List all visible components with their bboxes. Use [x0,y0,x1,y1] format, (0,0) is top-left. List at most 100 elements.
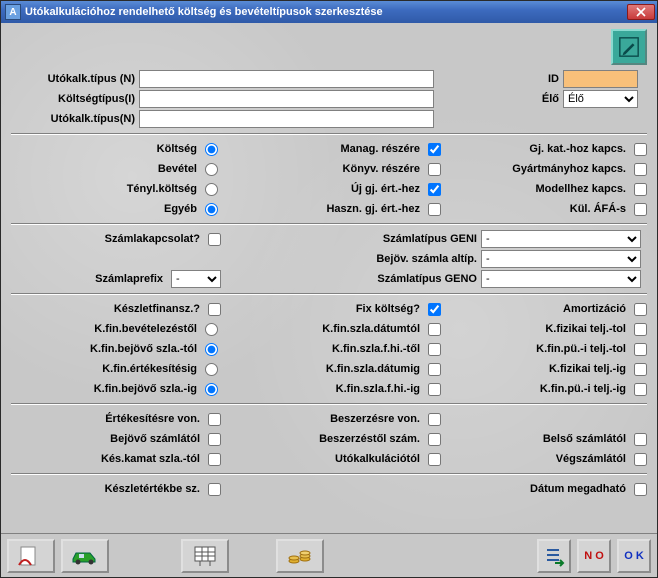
egyeb-radio[interactable] [205,203,218,216]
toolbar-btn-2[interactable] [61,539,109,573]
gjkat-checkbox[interactable] [634,143,647,156]
haszn-checkbox[interactable] [428,203,441,216]
gyart-checkbox[interactable] [634,163,647,176]
belso-szamlatol-checkbox[interactable] [634,433,647,446]
keszletertekbe-checkbox[interactable] [208,483,221,496]
utokalk-tol-checkbox[interactable] [428,453,441,466]
utokalk-tipus-n2-label: Utókalk.típus(N) [11,113,139,125]
bevetel-label: Bevétel [158,163,201,175]
elo-label: Élő [434,93,563,105]
konyv-checkbox[interactable] [428,163,441,176]
tenyl-radio[interactable] [205,183,218,196]
dialog-window: A Utókalkulációhoz rendelhető költség és… [0,0,658,578]
gjkat-label: Gj. kat.-hoz kapcs. [529,143,630,155]
close-button[interactable] [627,4,655,20]
keskamat-checkbox[interactable] [208,453,221,466]
kulafa-label: Kül. ÁFÁ-s [570,203,630,215]
kulafa-checkbox[interactable] [634,203,647,216]
fixkoltseg-checkbox[interactable] [428,303,441,316]
id-label: ID [434,73,563,85]
toolbar-btn-3[interactable] [181,539,229,573]
kfin-pu-ig-checkbox[interactable] [634,383,647,396]
divider [11,223,647,225]
kfin-bejovo-ig-radio[interactable] [205,383,218,396]
koltsegtipus-input[interactable] [139,90,434,108]
kfin-ert-ig-label: K.fin.értékesítésig [102,363,201,375]
szamlaprefix-label: Számlaprefix [95,273,167,285]
bejovo-szamlatol-label: Bejövő számlától [110,433,204,445]
beszerzestol-checkbox[interactable] [428,433,441,446]
kfiz-telj-ig-checkbox[interactable] [634,363,647,376]
ok-button[interactable]: O K [617,539,651,573]
datum-megadhato-checkbox[interactable] [634,483,647,496]
koltsegtipus-label: Költségtípus(I) [11,93,139,105]
tenyl-label: Tényl.költség [127,183,201,195]
datum-megadhato-label: Dátum megadható [530,483,630,495]
no-button[interactable]: N O [577,539,611,573]
list-arrow-icon [543,545,565,567]
table-icon [192,544,218,568]
keszletfin-label: Készletfinansz.? [114,303,204,315]
beszerzesre-checkbox[interactable] [428,413,441,426]
altip-label: Bejöv. számla altíp. [376,253,481,265]
toolbar-btn-1[interactable] [7,539,55,573]
kfin-szla-dat-tol-checkbox[interactable] [428,323,441,336]
divider [11,473,647,475]
kfin-bejovo-tol-radio[interactable] [205,343,218,356]
beszerzestol-label: Beszerzéstől szám. [319,433,424,445]
geno-select[interactable]: - [481,270,641,288]
ok-button-label: O K [624,550,644,562]
kfin-bev-radio[interactable] [205,323,218,336]
pencil-icon [618,36,640,58]
keszletertekbe-label: Készletértékbe sz. [105,483,204,495]
ertekesitesre-label: Értékesítésre von. [105,413,204,425]
edit-button[interactable] [611,29,647,65]
utokalk-tipus-n2-input[interactable] [139,110,434,128]
page-icon [17,545,45,567]
koltseg-label: Költség [157,143,201,155]
belso-szamlatol-label: Belső számlától [543,433,630,445]
ujgj-checkbox[interactable] [428,183,441,196]
kfin-szla-dat-tol-label: K.fin.szla.dátumtól [322,323,424,335]
kfin-szla-dat-ig-checkbox[interactable] [428,363,441,376]
altip-select[interactable]: - [481,250,641,268]
beszerzesre-label: Beszerzésre von. [330,413,424,425]
koltseg-radio[interactable] [205,143,218,156]
kfiz-telj-ig-label: K.fizikai telj.-ig [549,363,630,375]
kfin-pu-tol-checkbox[interactable] [634,343,647,356]
geni-label: Számlatípus GENI [383,233,481,245]
kfiz-telj-tol-label: K.fizikai telj.-tol [545,323,630,335]
geni-select[interactable]: - [481,230,641,248]
ertekesitesre-checkbox[interactable] [208,413,221,426]
kfin-szla-fhi-ig-checkbox[interactable] [428,383,441,396]
amort-checkbox[interactable] [634,303,647,316]
elo-select[interactable]: Élő [563,90,638,108]
geno-label: Számlatípus GENO [377,273,481,285]
szamlakapcs-label: Számlakapcsolat? [105,233,204,245]
kfin-pu-tol-label: K.fin.pü.-i telj.-tol [536,343,630,355]
vegszamlatol-checkbox[interactable] [634,453,647,466]
bevetel-radio[interactable] [205,163,218,176]
kfin-ert-ig-radio[interactable] [205,363,218,376]
vegszamlatol-label: Végszámlától [556,453,630,465]
gyart-label: Gyártmányhoz kapcs. [512,163,630,175]
toolbar-btn-list[interactable] [537,539,571,573]
manag-checkbox[interactable] [428,143,441,156]
utokalk-tipus-n-label: Utókalk.típus (N) [11,73,139,85]
app-icon: A [5,4,21,20]
kfiz-telj-tol-checkbox[interactable] [634,323,647,336]
fixkoltseg-label: Fix költség? [356,303,424,315]
close-icon [636,7,646,17]
szamlaprefix-select[interactable]: - [171,270,221,288]
szamlakapcs-checkbox[interactable] [208,233,221,246]
modell-checkbox[interactable] [634,183,647,196]
modell-label: Modellhez kapcs. [536,183,630,195]
kfin-szla-fhi-tol-checkbox[interactable] [428,343,441,356]
toolbar-btn-4[interactable] [276,539,324,573]
kfin-bejovo-ig-label: K.fin.bejövő szla.-ig [94,383,201,395]
bejovo-szamlatol-checkbox[interactable] [208,433,221,446]
keszletfin-checkbox[interactable] [208,303,221,316]
id-input[interactable] [563,70,638,88]
amort-label: Amortizáció [563,303,630,315]
utokalk-tipus-n-input[interactable] [139,70,434,88]
